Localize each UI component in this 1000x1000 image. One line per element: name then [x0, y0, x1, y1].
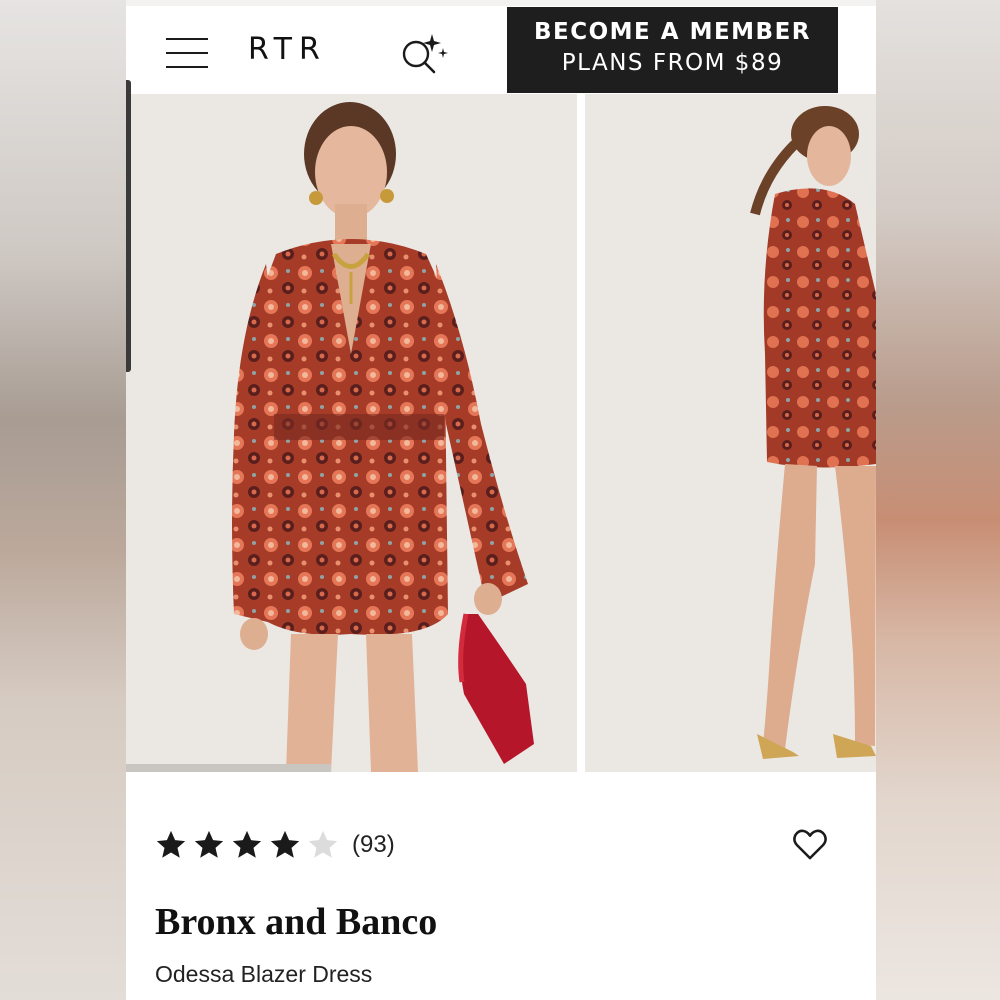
side-scroll-handle[interactable] [126, 80, 131, 372]
product-image-gallery[interactable] [126, 94, 876, 772]
hamburger-menu-icon[interactable] [166, 38, 208, 70]
blurred-background-right [876, 0, 1000, 1000]
product-page: RTR BECOME A MEMBER PLANS FROM $89 (93) … [126, 0, 876, 1000]
site-header: RTR BECOME A MEMBER PLANS FROM $89 [126, 6, 876, 94]
product-rating[interactable]: (93) [154, 825, 395, 865]
star-filled-icon [156, 830, 186, 858]
member-cta-subtitle: PLANS FROM $89 [561, 50, 784, 76]
blurred-background-left [0, 0, 126, 1000]
product-brand[interactable]: Bronx and Banco [155, 900, 437, 944]
gallery-scroll-indicator [126, 764, 331, 772]
product-image-side[interactable] [585, 94, 876, 772]
star-filled-icon [270, 830, 300, 858]
member-cta-title: BECOME A MEMBER [533, 19, 812, 45]
heart-outline-icon[interactable] [790, 824, 830, 864]
star-filled-icon [194, 830, 224, 858]
star-filled-icon [232, 830, 262, 858]
review-count[interactable]: (93) [352, 831, 395, 859]
product-name: Odessa Blazer Dress [155, 961, 373, 987]
site-logo[interactable]: RTR [248, 32, 327, 67]
star-empty-icon [308, 830, 338, 858]
ai-search-icon[interactable] [398, 32, 450, 80]
become-member-button[interactable]: BECOME A MEMBER PLANS FROM $89 [507, 7, 838, 93]
product-image-front[interactable] [126, 94, 577, 772]
